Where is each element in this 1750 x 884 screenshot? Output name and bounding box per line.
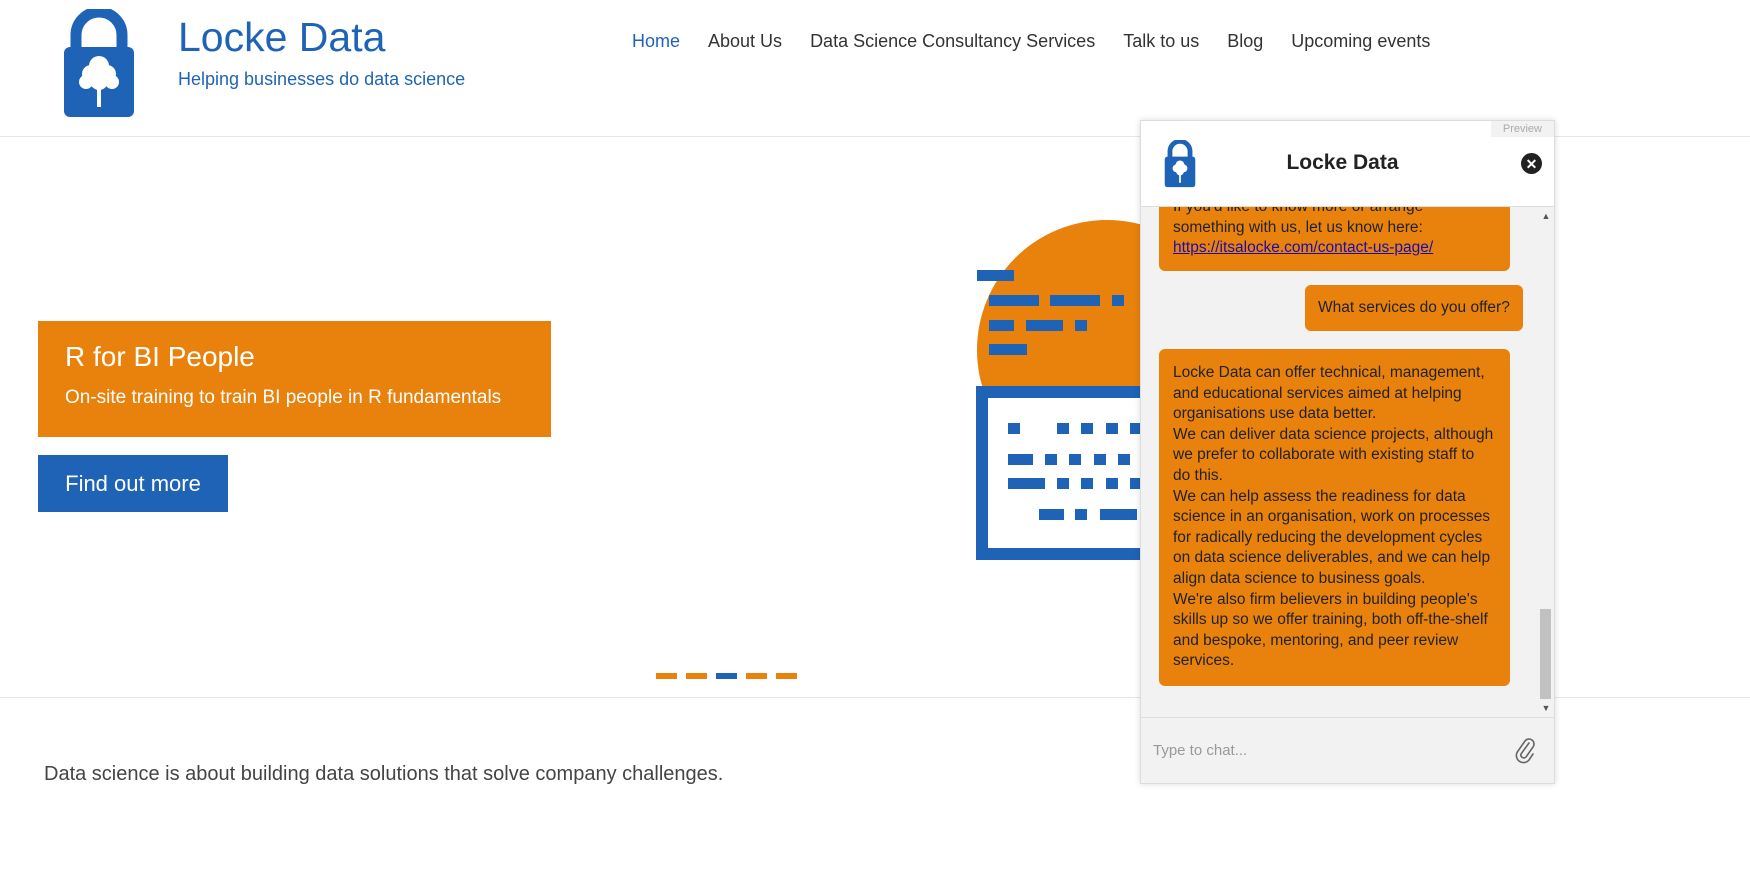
chat-scrollbar[interactable]: ▲ ▼ [1538, 211, 1554, 717]
carousel-dot[interactable] [656, 673, 677, 679]
nav-talk-to-us[interactable]: Talk to us [1123, 31, 1199, 52]
hero-illustration [976, 220, 1145, 560]
padlock-tree-icon[interactable] [62, 9, 136, 119]
contact-link[interactable]: https://itsalocke.com/contact-us-page/ [1173, 238, 1496, 259]
message-text: something with us, let us know here: [1173, 218, 1423, 236]
close-icon[interactable]: ✕ [1521, 153, 1542, 174]
message-line: on data science deliverables, and we can… [1173, 549, 1491, 567]
message-line: We can help assess the readiness for dat… [1173, 487, 1466, 505]
carousel-indicators [656, 673, 797, 679]
brand-tagline: Helping businesses do data science [178, 69, 466, 89]
brand-title[interactable]: Locke Data [178, 14, 385, 61]
message-line: Locke Data can offer technical, manageme… [1173, 364, 1485, 381]
message-text: What services do you offer? [1318, 298, 1510, 316]
message-text: If you'd like to know more or arrange [1173, 207, 1496, 218]
hero-title: R for BI People [65, 341, 255, 372]
message-line: science in an organisation, work on proc… [1173, 508, 1491, 526]
find-out-more-button[interactable]: Find out more [38, 455, 228, 512]
nav-home[interactable]: Home [632, 31, 680, 52]
chat-widget: Locke Data ✕ Preview If you'd like to kn… [1140, 120, 1555, 784]
chat-input-bar [1141, 717, 1554, 783]
chat-messages: If you'd like to know more or arrange so… [1141, 207, 1538, 717]
carousel-dot-active[interactable] [716, 673, 737, 679]
message-line: align data science to business goals. [1173, 569, 1426, 587]
carousel-dot[interactable] [776, 673, 797, 679]
preview-label: Preview [1490, 121, 1554, 137]
message-line: services. [1173, 652, 1235, 670]
hero-subtitle: On-site training to train BI people in R… [65, 387, 502, 408]
nav-about-us[interactable]: About Us [708, 31, 782, 52]
main-nav: Home About Us Data Science Consultancy S… [632, 31, 1430, 52]
nav-blog[interactable]: Blog [1227, 31, 1263, 52]
scroll-up-arrow-icon[interactable]: ▲ [1538, 211, 1554, 225]
bot-message: If you'd like to know more or arrange so… [1159, 207, 1510, 271]
user-message: What services do you offer? [1305, 285, 1523, 331]
nav-consultancy-services[interactable]: Data Science Consultancy Services [810, 31, 1095, 52]
chat-input[interactable] [1153, 734, 1503, 766]
message-line: and bespoke, mentoring, and peer review [1173, 631, 1459, 649]
message-line: We can deliver data science projects, al… [1173, 425, 1494, 443]
carousel-dot[interactable] [746, 673, 767, 679]
hero-caption: R for BI People On-site training to trai… [38, 321, 551, 437]
message-line: We're also firm believers in building pe… [1173, 590, 1478, 608]
message-line: do this. [1173, 466, 1223, 484]
scroll-down-arrow-icon[interactable]: ▼ [1538, 703, 1554, 717]
message-line: and educational services aimed at helpin… [1173, 384, 1462, 402]
chat-title: Locke Data [1286, 151, 1399, 174]
nav-upcoming-events[interactable]: Upcoming events [1291, 31, 1430, 52]
site-header: Locke Data Helping businesses do data sc… [0, 0, 1750, 137]
intro-text: Data science is about building data solu… [44, 763, 724, 785]
message-line: skills up so we offer training, both off… [1173, 611, 1488, 629]
paperclip-icon[interactable] [1514, 734, 1536, 764]
bot-message: Locke Data can offer technical, manageme… [1159, 349, 1510, 686]
message-line: we prefer to collaborate with existing s… [1173, 446, 1475, 464]
message-line: for radically reducing the development c… [1173, 528, 1483, 546]
message-line: organisations use data better. [1173, 405, 1377, 423]
scrollbar-thumb[interactable] [1540, 609, 1551, 699]
carousel-dot[interactable] [686, 673, 707, 679]
